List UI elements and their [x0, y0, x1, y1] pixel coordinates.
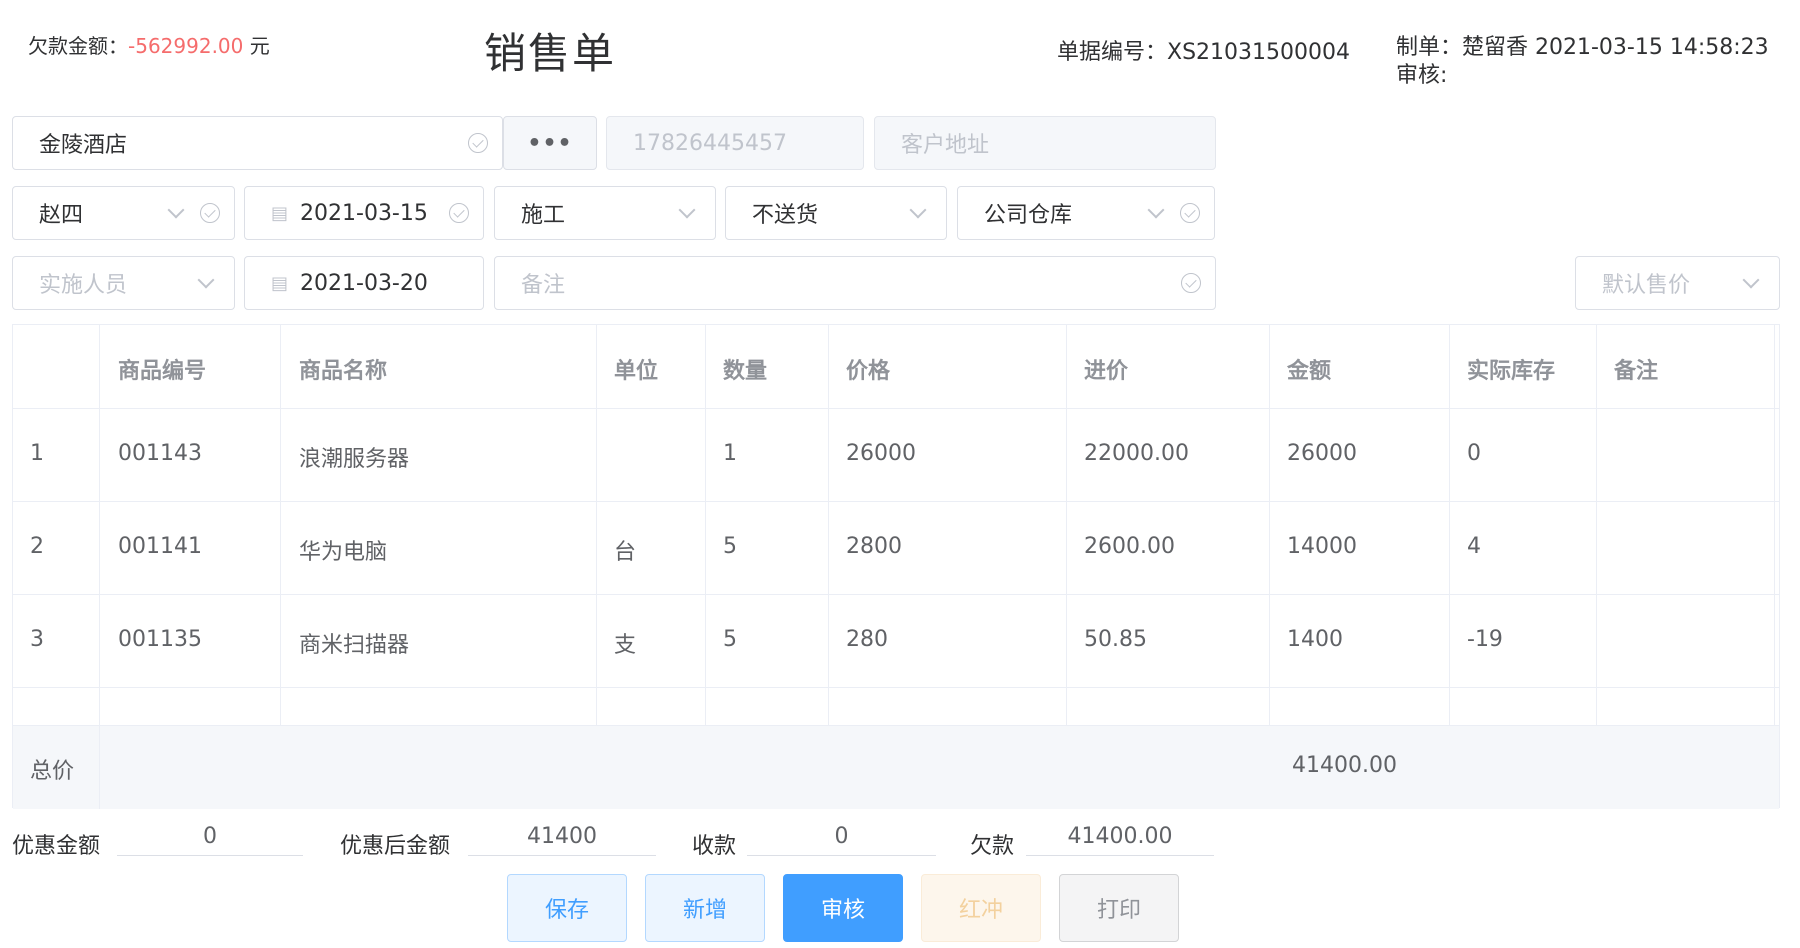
warehouse-value: 公司仓库 — [984, 203, 1073, 228]
save-button[interactable]: 保存 — [507, 874, 627, 942]
red-reverse-button[interactable]: 红冲 — [921, 874, 1041, 942]
print-button[interactable]: 打印 — [1059, 874, 1179, 942]
check-circle-icon — [468, 133, 488, 153]
salesperson-value: 赵四 — [39, 203, 84, 228]
header-code: 商品编号 — [118, 359, 207, 384]
product-code: 001143 — [118, 441, 202, 466]
product-cost: 50.85 — [1084, 627, 1147, 652]
header-qty: 数量 — [723, 359, 768, 384]
total-value: 41400.00 — [1292, 753, 1397, 778]
page-title: 销售单 — [484, 29, 617, 78]
product-code: 001141 — [118, 534, 202, 559]
header-name: 商品名称 — [299, 359, 388, 384]
check-circle-icon — [200, 203, 220, 223]
customer-value: 金陵酒店 — [39, 133, 128, 158]
debt-label: 欠款金额： — [28, 34, 128, 58]
header-amount: 金额 — [1287, 359, 1332, 384]
product-unit: 支 — [614, 633, 637, 658]
after-discount-input[interactable]: 41400 — [468, 824, 656, 856]
auditor-line: 审核: — [1396, 63, 1448, 88]
calendar-icon: ▤ — [271, 272, 289, 294]
maker-line: 制单：楚留香 2021-03-15 14:58:23 — [1396, 35, 1769, 60]
delivery-value: 不送货 — [752, 203, 819, 228]
product-cost: 2600.00 — [1084, 534, 1175, 559]
remark-placeholder: 备注 — [521, 273, 566, 298]
product-price: 26000 — [846, 441, 916, 466]
check-circle-icon — [1180, 203, 1200, 223]
product-unit: 台 — [614, 540, 637, 565]
debt-unit: 元 — [243, 34, 270, 58]
impl-date-picker[interactable]: ▤ 2021-03-20 — [244, 256, 484, 310]
chevron-down-icon — [1742, 271, 1760, 289]
delivery-select[interactable]: 不送货 — [725, 186, 947, 240]
chevron-down-icon — [197, 271, 215, 289]
price-mode-placeholder: 默认售价 — [1602, 273, 1691, 298]
header-price: 价格 — [846, 359, 891, 384]
header-stock: 实际库存 — [1467, 359, 1556, 384]
after-discount-label: 优惠后金额 — [340, 834, 451, 859]
remark-input[interactable]: 备注 — [494, 256, 1216, 310]
product-name: 华为电脑 — [299, 540, 388, 565]
product-amount: 1400 — [1287, 627, 1343, 652]
phone-placeholder: 17826445457 — [633, 130, 787, 156]
header-unit: 单位 — [614, 359, 659, 384]
received-input[interactable]: 0 — [747, 824, 936, 856]
debt-amount: 欠款金额：-562992.00 元 — [28, 30, 270, 59]
product-name: 浪潮服务器 — [299, 447, 410, 472]
received-label: 收款 — [692, 834, 737, 859]
total-label: 总价 — [30, 759, 75, 784]
audit-button[interactable]: 审核 — [783, 874, 903, 942]
header-remark: 备注 — [1614, 359, 1659, 384]
product-price: 2800 — [846, 534, 902, 559]
chevron-down-icon — [167, 201, 185, 219]
product-amount: 26000 — [1287, 441, 1357, 466]
price-mode-select[interactable]: 默认售价 — [1575, 256, 1780, 310]
address-field: 客户地址 — [874, 116, 1216, 170]
owed-label: 欠款 — [970, 834, 1015, 859]
salesperson-select[interactable]: 赵四 — [12, 186, 235, 240]
discount-input[interactable]: 0 — [117, 824, 303, 856]
header-cost: 进价 — [1084, 359, 1129, 384]
order-date-picker[interactable]: ▤ 2021-03-15 — [244, 186, 484, 240]
document-number: 单据编号：XS21031500004 — [1057, 40, 1351, 65]
product-table: 商品编号 商品名称 单位 数量 价格 进价 金额 实际库存 备注 1 00114… — [12, 324, 1780, 809]
more-customer-button[interactable]: ••• — [503, 116, 597, 170]
address-placeholder: 客户地址 — [901, 133, 990, 158]
product-stock: 0 — [1467, 441, 1481, 466]
owed-input[interactable]: 41400.00 — [1026, 824, 1214, 856]
check-circle-icon — [1181, 273, 1201, 293]
warehouse-select[interactable]: 公司仓库 — [957, 186, 1215, 240]
order-date-value: 2021-03-15 — [300, 200, 428, 226]
row-index: 3 — [30, 627, 44, 652]
product-name: 商米扫描器 — [299, 633, 410, 658]
maker-info: 制单：楚留香 2021-03-15 14:58:23 审核: — [1396, 34, 1769, 90]
chevron-down-icon — [1147, 201, 1165, 219]
phone-field: 17826445457 — [606, 116, 864, 170]
debt-value: -562992.00 — [128, 34, 244, 58]
implementer-placeholder: 实施人员 — [39, 273, 128, 298]
check-circle-icon — [449, 203, 469, 223]
product-qty: 1 — [723, 441, 737, 466]
product-stock: 4 — [1467, 534, 1481, 559]
product-qty: 5 — [723, 534, 737, 559]
calendar-icon: ▤ — [271, 202, 289, 224]
implementer-select[interactable]: 实施人员 — [12, 256, 235, 310]
product-qty: 5 — [723, 627, 737, 652]
product-code: 001135 — [118, 627, 202, 652]
product-stock: -19 — [1467, 627, 1503, 652]
service-type-value: 施工 — [521, 203, 566, 228]
product-amount: 14000 — [1287, 534, 1357, 559]
row-index: 2 — [30, 534, 44, 559]
discount-label: 优惠金额 — [12, 834, 101, 859]
chevron-down-icon — [909, 201, 927, 219]
new-button[interactable]: 新增 — [645, 874, 765, 942]
total-row — [13, 725, 1779, 809]
chevron-down-icon — [678, 201, 696, 219]
row-index: 1 — [30, 441, 44, 466]
impl-date-value: 2021-03-20 — [300, 270, 428, 296]
product-price: 280 — [846, 627, 888, 652]
service-type-select[interactable]: 施工 — [494, 186, 716, 240]
customer-select[interactable]: 金陵酒店 — [12, 116, 503, 170]
product-cost: 22000.00 — [1084, 441, 1189, 466]
